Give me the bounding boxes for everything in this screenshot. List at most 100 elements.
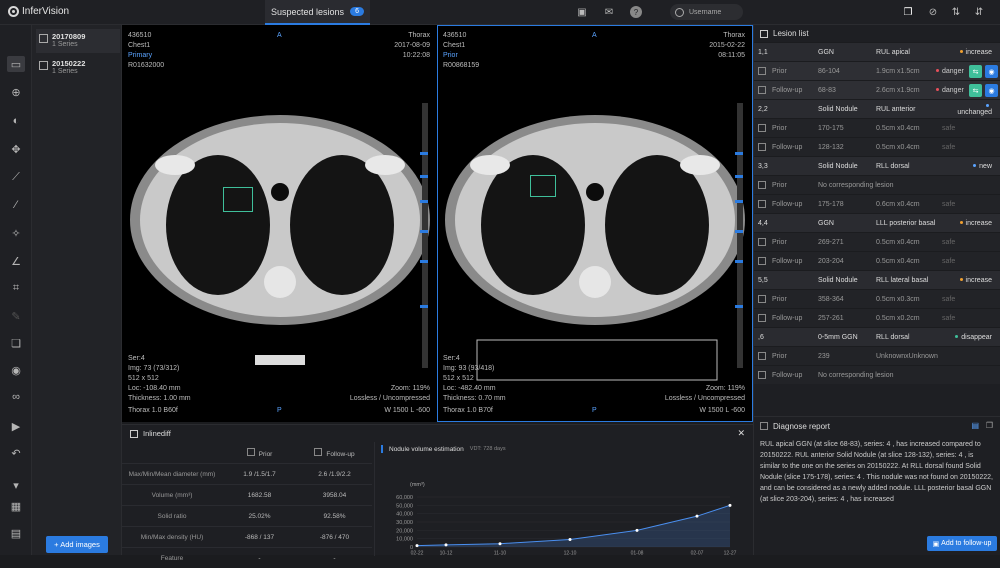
mail-icon[interactable]: ✉ xyxy=(603,6,615,18)
zoom-icon[interactable]: ⊕ xyxy=(7,84,25,100)
slice-tick[interactable] xyxy=(420,305,428,308)
row-label: Prior xyxy=(758,181,818,189)
swap-icon[interactable]: ⇆ xyxy=(969,65,982,78)
row-risk: safe xyxy=(936,125,1000,132)
tab-label: Suspected lesions xyxy=(271,6,345,17)
kernel: Thorax 1.0 B60f xyxy=(128,407,178,414)
metric-label: Solid ratio xyxy=(157,512,187,520)
accession-number: R01632000 xyxy=(128,62,165,69)
slice-tick[interactable] xyxy=(420,260,428,263)
lesion-marker[interactable] xyxy=(223,187,253,212)
zoom-level: Zoom: 119% xyxy=(390,385,430,392)
pipette-icon[interactable]: ⁄ xyxy=(7,197,25,213)
grid-icon[interactable]: ▤ xyxy=(7,525,25,541)
angle-icon[interactable]: ∠ xyxy=(7,253,25,269)
username-field[interactable]: Username xyxy=(670,4,743,20)
contrast-icon[interactable]: ◐ xyxy=(7,113,25,129)
lesion-row[interactable]: Follow-up 175-178 0.6cm x0.4cm safe xyxy=(754,194,1000,213)
eye-icon[interactable]: ◉ xyxy=(985,65,998,78)
lesion-group-header[interactable]: 5,5 Solid Nodule RLL lateral basal increase xyxy=(754,270,1000,289)
series-date: 20170809 xyxy=(52,32,86,41)
sort-icon[interactable]: ⇅ xyxy=(950,6,962,18)
lesion-id: 2,2 xyxy=(758,105,768,113)
eye-icon[interactable]: ◉ xyxy=(985,84,998,97)
add-to-follow-up-button[interactable]: ▣ Add to follow-up xyxy=(927,536,997,551)
lesion-group-header[interactable]: 4,4 GGN LLL posterior basal increase xyxy=(754,213,1000,232)
volume-chart: Nodule volume estimation VDT: 728 days (… xyxy=(374,442,753,556)
series-item[interactable]: 20170809 1 Series xyxy=(36,29,120,53)
lesion-row[interactable]: Prior 239 UnknownxUnknown xyxy=(754,346,1000,365)
primary-viewer[interactable]: 436510 Chest1 Primary R01632000 A Thorax 2017… xyxy=(122,25,438,422)
slice-scrollbar[interactable] xyxy=(422,103,428,368)
link-icon[interactable]: ∞ xyxy=(7,389,25,405)
close-icon[interactable]: ✕ xyxy=(737,428,745,439)
compass-icon[interactable]: ⊘ xyxy=(927,6,939,18)
slice-tick[interactable] xyxy=(735,175,743,178)
row-icon xyxy=(758,371,766,379)
lesion-row[interactable]: Follow-up No corresponding lesion xyxy=(754,365,1000,384)
lesion-row[interactable]: Prior 269-271 0.5cm x0.4cm safe xyxy=(754,232,1000,251)
slice-tick[interactable] xyxy=(735,230,743,233)
risk-dot xyxy=(936,126,939,129)
lesion-row[interactable]: Follow-up 203-204 0.5cm x0.4cm safe xyxy=(754,251,1000,270)
study-name: Chest1 xyxy=(128,42,151,49)
series-item[interactable]: 20150222 1 Series xyxy=(36,56,120,80)
y-tick-label: 60,000 xyxy=(396,495,413,501)
undo-icon[interactable]: ↶ xyxy=(7,445,25,461)
lesion-row[interactable]: Follow-up 68-83 2.6cm x1.9cm danger ⇆ ◉ xyxy=(754,80,1000,99)
eye-hide-icon[interactable]: ◉ xyxy=(7,362,25,378)
viewport-icon[interactable]: ▭ xyxy=(7,56,25,72)
swap-icon[interactable]: ⇆ xyxy=(969,84,982,97)
ruler-icon[interactable]: ⟋ xyxy=(7,169,25,185)
lesion-type: Solid Nodule xyxy=(818,162,858,170)
sort-desc-icon[interactable]: ⇵ xyxy=(973,6,985,18)
document-icon[interactable]: ▤ xyxy=(971,421,979,430)
row-label: Prior xyxy=(758,352,818,360)
lesion-group-header[interactable]: 2,2 Solid Nodule RUL anterior unchanged xyxy=(754,99,1000,118)
stack-icon[interactable]: ❏ xyxy=(7,335,25,351)
lesion-row[interactable]: Prior No corresponding lesion xyxy=(754,175,1000,194)
slice-tick[interactable] xyxy=(420,200,428,203)
report-icon[interactable]: ▣ xyxy=(576,6,588,18)
lesion-marker[interactable] xyxy=(530,175,556,197)
layout-icon[interactable]: ▦ xyxy=(7,498,25,514)
slice-scrollbar[interactable] xyxy=(737,103,743,368)
slice-tick[interactable] xyxy=(420,230,428,233)
row-size: 1.9cm x1.5cm xyxy=(876,67,920,75)
help-icon[interactable]: ? xyxy=(630,6,642,18)
pan-icon[interactable]: ✥ xyxy=(7,141,25,157)
add-images-button[interactable]: + Add images xyxy=(46,536,108,553)
magic-wand-icon[interactable]: ✧ xyxy=(7,225,25,241)
logo-icon xyxy=(8,6,19,17)
orientation-top: A xyxy=(277,32,282,39)
slice-tick[interactable] xyxy=(735,152,743,155)
series-role: Primary xyxy=(128,52,153,59)
chevron-down-icon[interactable]: ▾ xyxy=(7,477,25,493)
layers-icon[interactable]: ❐ xyxy=(902,6,914,18)
lesion-row[interactable]: Prior 86-104 1.9cm x1.5cm danger ⇆ ◉ xyxy=(754,61,1000,80)
lesion-group-header[interactable]: 1,1 GGN RUL apical increase xyxy=(754,42,1000,61)
slice-tick[interactable] xyxy=(735,305,743,308)
lesion-row[interactable]: Follow-up 257-261 0.5cm x0.2cm safe xyxy=(754,308,1000,327)
edit-icon[interactable]: ✎ xyxy=(7,308,25,324)
prior-viewer[interactable]: 436510 Chest1 Prior R00868159 A Thorax 2015-0… xyxy=(437,25,753,422)
lesion-location: LLL posterior basal xyxy=(876,219,936,227)
tab-suspected-lesions[interactable]: Suspected lesions 6 xyxy=(265,0,370,25)
slice-tick[interactable] xyxy=(420,152,428,155)
risk-dot xyxy=(936,240,939,243)
slice-tick[interactable] xyxy=(420,175,428,178)
lesion-row[interactable]: Follow-up 128-132 0.5cm x0.4cm safe xyxy=(754,137,1000,156)
lesion-group-header[interactable]: ,6 0-5mm GGN RLL dorsal disappear xyxy=(754,327,1000,346)
risk-dot xyxy=(936,316,939,319)
lesion-row[interactable]: Prior 358-364 0.5cm x0.3cm safe xyxy=(754,289,1000,308)
lesion-group-header[interactable]: 3,3 Solid Nodule RLL dorsal new xyxy=(754,156,1000,175)
slice-tick[interactable] xyxy=(735,200,743,203)
slice-tick[interactable] xyxy=(735,260,743,263)
crop-icon[interactable]: ⌗ xyxy=(7,280,25,296)
risk-dot xyxy=(936,69,939,73)
copy-icon[interactable]: ❐ xyxy=(986,421,993,430)
row-size: 0.6cm x0.4cm xyxy=(876,200,920,208)
play-icon[interactable]: ▶ xyxy=(7,418,25,434)
row-slices: 68-83 xyxy=(818,86,836,94)
lesion-row[interactable]: Prior 170-175 0.5cm x0.4cm safe xyxy=(754,118,1000,137)
